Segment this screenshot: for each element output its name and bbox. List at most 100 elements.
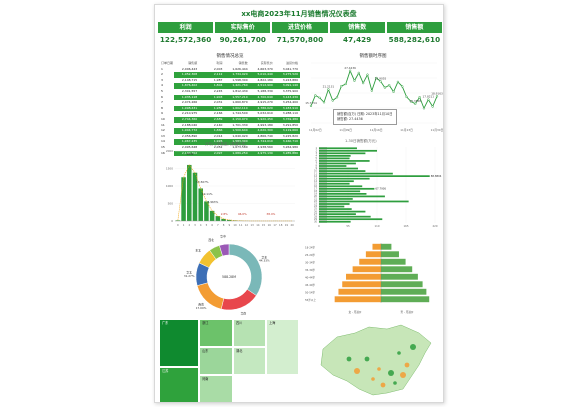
map-marker bbox=[404, 362, 410, 368]
slice-category: 华南 bbox=[241, 311, 247, 315]
annotation: 38.4% bbox=[266, 212, 275, 216]
treemap-cell: 上海 bbox=[266, 319, 299, 375]
table-title: 销售情况总览 bbox=[216, 54, 244, 59]
line-point bbox=[401, 85, 404, 88]
kpi-value: 122,572,360 bbox=[159, 35, 212, 44]
hbar-bar bbox=[319, 218, 383, 221]
hbar-bar bbox=[319, 177, 370, 180]
treemap-cell: 河南 bbox=[199, 375, 233, 402]
kpi-row: 利润 122,572,360 实际售价 90,261,700 进货价格 71,5… bbox=[158, 22, 443, 50]
line-point bbox=[379, 80, 382, 83]
bar-male bbox=[381, 251, 399, 258]
line-point bbox=[344, 82, 347, 86]
tick-label: 2000 bbox=[166, 149, 173, 153]
line-point bbox=[331, 99, 334, 102]
tick-label: 25-29岁 bbox=[305, 253, 316, 257]
hbar-bar bbox=[319, 152, 366, 155]
data-label: 23.9055 bbox=[375, 76, 387, 80]
tooltip-line: 销售额: 27.4436 bbox=[337, 117, 363, 121]
kpi-revenue: 销售额 588,282,610 bbox=[386, 22, 443, 50]
bar-male bbox=[381, 288, 427, 295]
data-label: 16.3856 bbox=[409, 99, 421, 103]
hbar-caption: 1-30日销售额(万元) bbox=[345, 139, 377, 143]
hbar-bar bbox=[319, 220, 351, 223]
bar-male bbox=[381, 258, 406, 265]
kpi-label: 销售数 bbox=[329, 22, 385, 33]
map-marker bbox=[388, 370, 394, 376]
tick-label: 1 bbox=[183, 223, 185, 227]
tick-label: 14 bbox=[256, 223, 260, 227]
annotation: 53.507% bbox=[196, 180, 209, 184]
data-label: 15.7154 bbox=[305, 101, 317, 105]
hbar-bar bbox=[319, 203, 350, 205]
tick-label: 4 bbox=[200, 223, 202, 227]
hbar-bar bbox=[319, 195, 385, 198]
treemap-cell: 四川 bbox=[233, 319, 266, 347]
map-marker bbox=[400, 372, 406, 378]
tick-label: 16 bbox=[268, 223, 272, 227]
hbar-bar bbox=[319, 162, 356, 165]
data-label: 31.27% bbox=[184, 274, 195, 278]
tick-label: 8 bbox=[223, 223, 225, 227]
bar-male bbox=[381, 273, 418, 280]
line-point bbox=[361, 81, 365, 85]
treemap-cell: 山东 bbox=[199, 347, 233, 375]
tick-label: 0 bbox=[171, 219, 173, 223]
line-point bbox=[422, 107, 426, 110]
tick-label: 3 bbox=[194, 223, 196, 227]
tick-label: 165 bbox=[404, 224, 409, 228]
axis-label: 女 - 月进价 bbox=[349, 310, 362, 314]
hbar-bar bbox=[319, 190, 361, 193]
map-marker bbox=[354, 368, 360, 374]
tick-label: 500 bbox=[168, 202, 174, 206]
tick-label: 35-39岁 bbox=[305, 268, 316, 272]
hbar-bar bbox=[319, 167, 359, 170]
hbar-bar bbox=[319, 157, 350, 160]
slice-category: 东北 bbox=[195, 249, 201, 253]
line-point bbox=[396, 80, 400, 84]
hist-bar bbox=[181, 177, 186, 221]
tick-label: 30-34岁 bbox=[305, 261, 316, 265]
hbar-bar bbox=[319, 149, 377, 152]
tick-label: 18 bbox=[279, 223, 283, 227]
hbar-chart: 0 55 110 165 220123456789101112 88.8804131415… bbox=[314, 147, 442, 228]
tick-label: 55 bbox=[346, 224, 350, 228]
butterfly-chart: 18-24岁 25-29岁 30-34岁 35-39岁 40-44岁 45-49岁 50-5… bbox=[305, 243, 430, 314]
hbar-bar bbox=[319, 205, 345, 208]
tick-label: 1500 bbox=[166, 167, 173, 171]
annotation: 1602 bbox=[186, 152, 193, 156]
bar-female bbox=[346, 273, 381, 280]
hbar-bar bbox=[319, 165, 347, 167]
bar-male bbox=[381, 296, 430, 303]
hbar-bar bbox=[319, 160, 370, 162]
tick-label: 11 bbox=[239, 223, 243, 227]
bar-female bbox=[372, 243, 381, 250]
tick-label: 11月02日 bbox=[309, 128, 322, 132]
kpi-label: 进货价格 bbox=[272, 22, 328, 33]
hbar-bar bbox=[319, 180, 354, 183]
line-point bbox=[366, 73, 369, 76]
pie-slice bbox=[228, 243, 263, 296]
hbar-bar bbox=[319, 208, 352, 210]
data-label: 17.00% bbox=[196, 306, 207, 310]
pie-chart: 华东44.33%华南西南17.00%华北31.27%东北西北华中588.28M bbox=[184, 234, 270, 315]
line-point bbox=[431, 105, 434, 108]
annotation: 46.0% bbox=[238, 212, 247, 216]
tick-label: 110 bbox=[375, 224, 380, 228]
histogram-chart: 20001500100050000 1 2 3 4 5 6 7 8 9 10 11 12 13 14 15 16… bbox=[166, 149, 295, 227]
bar-female bbox=[359, 258, 381, 265]
hbar-bar bbox=[319, 198, 353, 200]
hbar-bar bbox=[319, 187, 375, 190]
line-point bbox=[327, 88, 330, 91]
tick-label: 18-24岁 bbox=[305, 246, 316, 250]
tick-label: 20 bbox=[290, 223, 294, 227]
tick-label: 220 bbox=[433, 224, 438, 228]
hbar-bar bbox=[319, 193, 367, 195]
kpi-profit: 利润 122,572,360 bbox=[158, 22, 214, 50]
tick-label: 0 bbox=[318, 224, 320, 228]
line-point bbox=[353, 79, 356, 82]
line-point bbox=[348, 69, 352, 72]
hbar-bar bbox=[319, 185, 363, 188]
tick-label: 40-44岁 bbox=[305, 276, 316, 280]
line-point bbox=[370, 89, 373, 92]
